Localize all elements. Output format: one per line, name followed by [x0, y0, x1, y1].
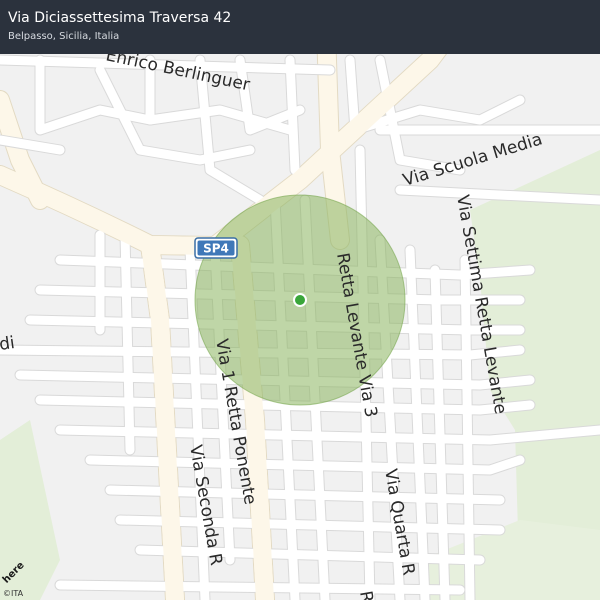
map-canvas[interactable]: SP4 SP4 Via Scuola Media Via Settima Ret…	[0, 0, 600, 600]
road-shield-sp4: SP4	[194, 237, 238, 259]
address-subtitle: Belpasso, Sicilia, Italia	[8, 31, 120, 42]
location-header: Via Diciassettesima Traversa 42 Belpasso…	[0, 0, 600, 54]
street-label-di: di	[0, 333, 16, 355]
address-title: Via Diciassettesima Traversa 42	[8, 10, 232, 26]
location-marker[interactable]	[293, 293, 307, 307]
map-copyright: ©ITA	[3, 589, 24, 598]
road-shield-label: SP4	[203, 242, 229, 256]
